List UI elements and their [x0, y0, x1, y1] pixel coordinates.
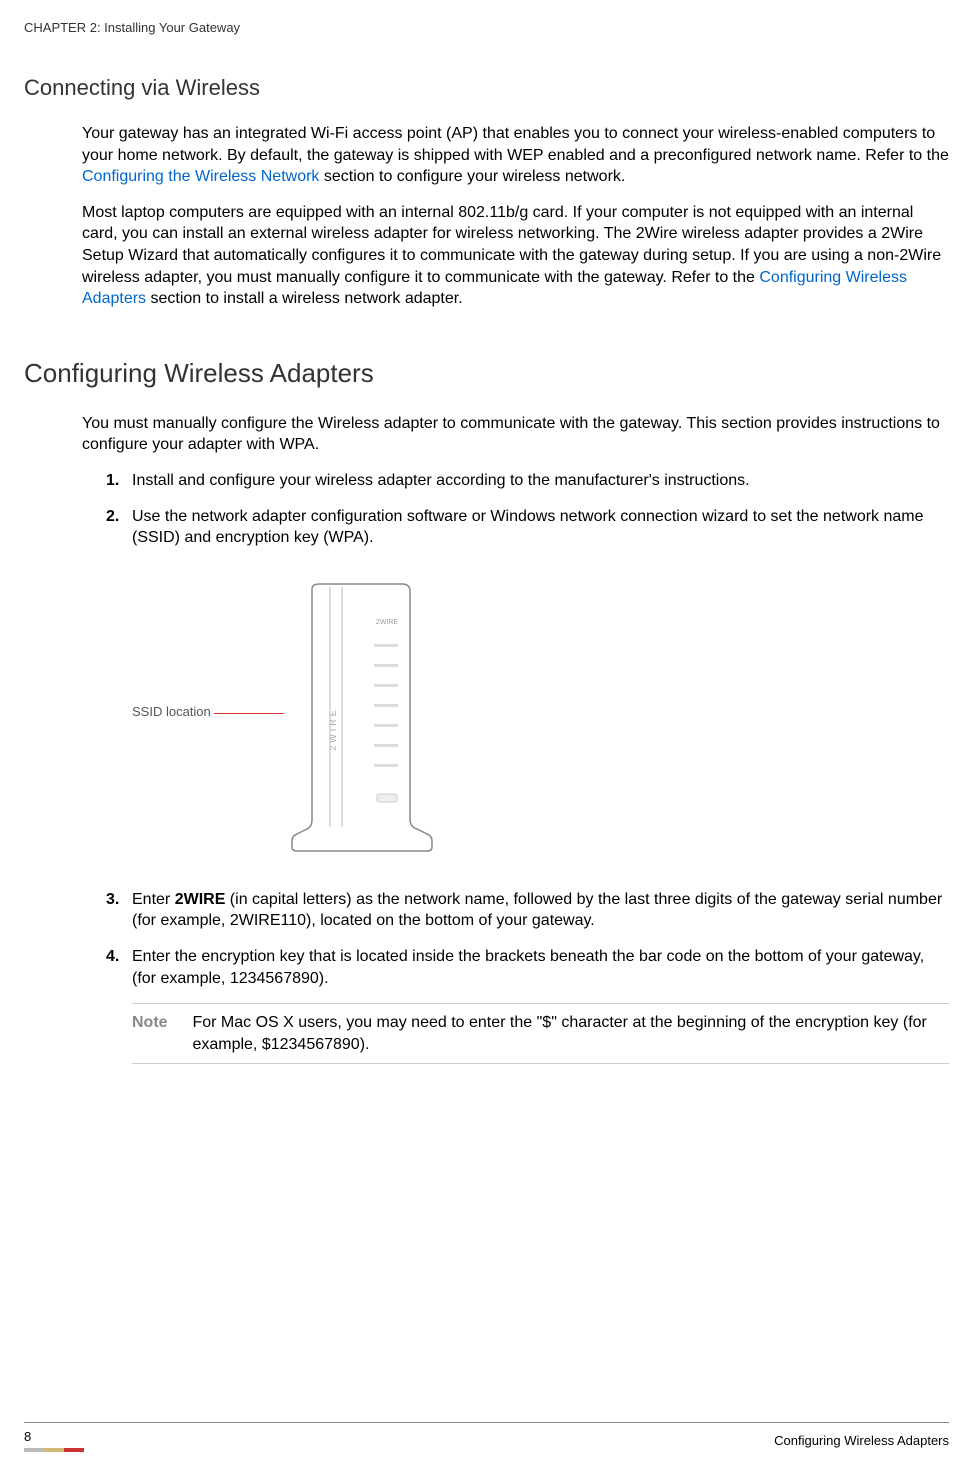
- page-header: CHAPTER 2: Installing Your Gateway: [0, 0, 973, 35]
- list-number: 4.: [106, 946, 119, 968]
- chapter-label: CHAPTER 2: Installing Your Gateway: [24, 20, 240, 35]
- section-title-adapters: Configuring Wireless Adapters: [24, 358, 949, 389]
- bold-text: 2WIRE: [175, 891, 226, 908]
- list-item: 3. Enter 2WIRE (in capital letters) as t…: [106, 889, 949, 932]
- text: section to install a wireless network ad…: [146, 290, 463, 307]
- step-text: Enter 2WIRE (in capital letters) as the …: [132, 891, 942, 930]
- footer-section-label: Configuring Wireless Adapters: [774, 1433, 949, 1448]
- step-text: Install and configure your wireless adap…: [132, 472, 750, 489]
- gateway-device-icon: 2WIRE 2WIRE: [272, 579, 452, 859]
- page-footer: 8 Configuring Wireless Adapters: [0, 1422, 973, 1452]
- text: Enter: [132, 891, 175, 908]
- note-label: Note: [132, 1012, 188, 1034]
- list-item: 1. Install and configure your wireless a…: [106, 470, 949, 492]
- bar-tan: [44, 1448, 64, 1452]
- brand-label: 2WIRE: [376, 619, 399, 626]
- step-text: Use the network adapter configuration so…: [132, 508, 924, 547]
- ssid-location-label: SSID location: [132, 704, 211, 719]
- list-item: 4. Enter the encryption key that is loca…: [106, 946, 949, 989]
- text: section to configure your wireless netwo…: [319, 168, 625, 185]
- list-number: 2.: [106, 506, 119, 528]
- link-configuring-network[interactable]: Configuring the Wireless Network: [82, 168, 319, 185]
- step-text: Enter the encryption key that is located…: [132, 948, 924, 987]
- note-box: Note For Mac OS X users, you may need to…: [132, 1003, 949, 1064]
- svg-text:2WIRE: 2WIRE: [328, 707, 338, 751]
- footer-divider: [24, 1422, 949, 1423]
- bar-grey: [24, 1448, 44, 1452]
- paragraph: Your gateway has an integrated Wi-Fi acc…: [82, 123, 949, 188]
- text: (in capital letters) as the network name…: [132, 891, 942, 930]
- list-number: 3.: [106, 889, 119, 911]
- footer-color-bars: [24, 1448, 84, 1452]
- footer-left: 8: [24, 1429, 84, 1452]
- page-number: 8: [24, 1429, 31, 1444]
- text: Your gateway has an integrated Wi-Fi acc…: [82, 125, 949, 164]
- paragraph: You must manually configure the Wireless…: [82, 413, 949, 456]
- steps-list-continued: 3. Enter 2WIRE (in capital letters) as t…: [106, 889, 949, 989]
- list-item: 2. Use the network adapter configuration…: [106, 506, 949, 549]
- main-content: Connecting via Wireless Your gateway has…: [0, 35, 973, 1064]
- bar-red: [64, 1448, 84, 1452]
- footer-row: 8 Configuring Wireless Adapters: [24, 1429, 949, 1452]
- gateway-figure: SSID location 2WIRE 2WIRE: [132, 579, 949, 859]
- note-text: For Mac OS X users, you may need to ente…: [192, 1012, 945, 1055]
- section-title-wireless: Connecting via Wireless: [24, 75, 949, 101]
- paragraph: Most laptop computers are equipped with …: [82, 202, 949, 310]
- list-number: 1.: [106, 470, 119, 492]
- steps-list: 1. Install and configure your wireless a…: [106, 470, 949, 549]
